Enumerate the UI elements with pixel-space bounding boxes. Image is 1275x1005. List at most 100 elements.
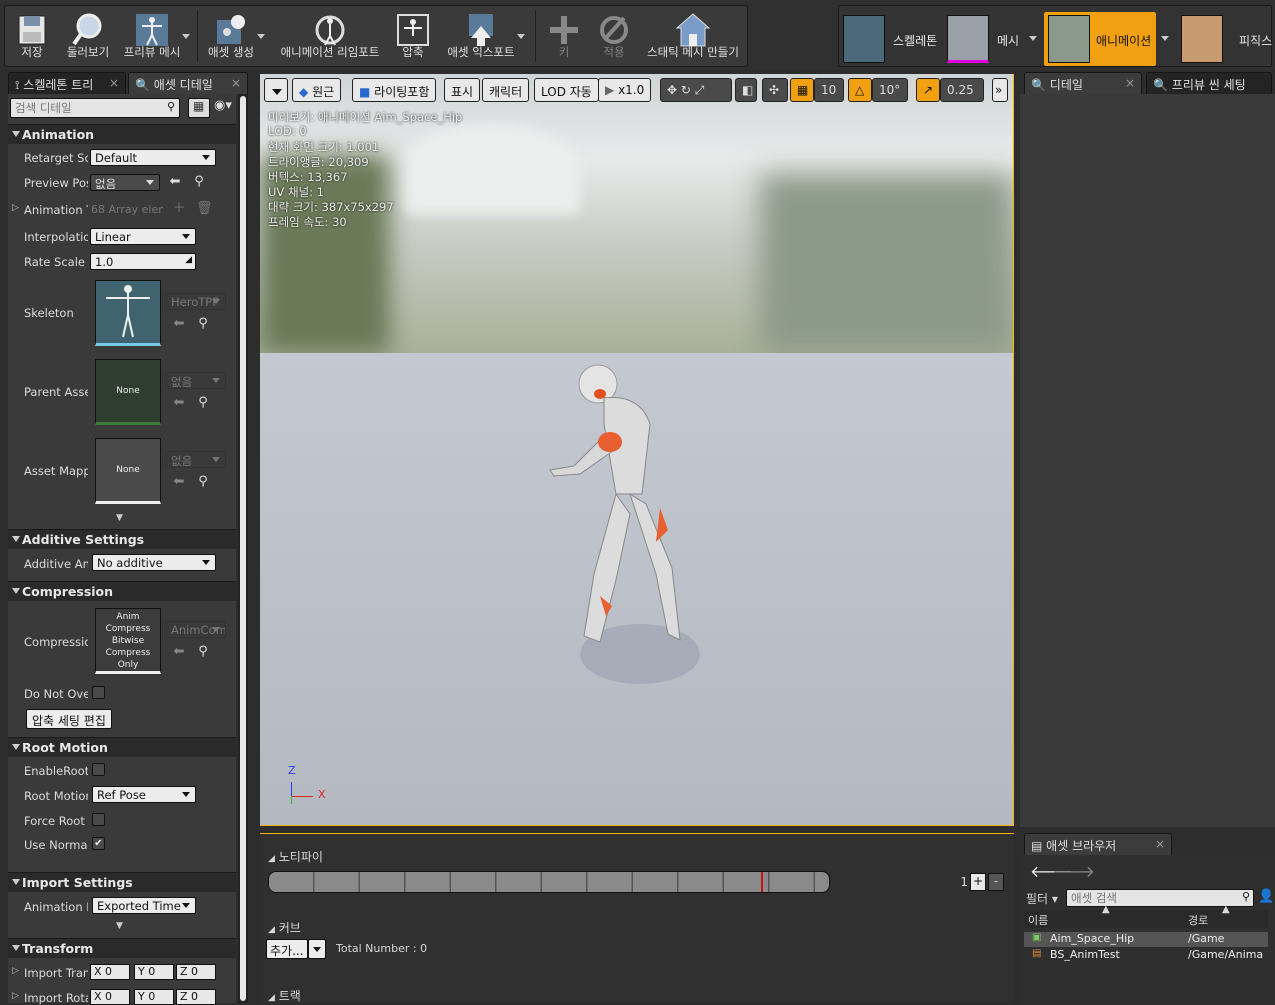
transform-mode-group[interactable]: ✥ ↻ ⤢ xyxy=(660,78,732,102)
reimport-button[interactable]: 애니메이션 리임포트 xyxy=(273,6,387,66)
zoom-in-button[interactable]: + xyxy=(970,873,986,891)
close-icon[interactable]: × xyxy=(1125,76,1135,90)
parent-asset-thumbnail[interactable]: None xyxy=(95,359,161,425)
browse-button[interactable]: 둘러보기 xyxy=(59,6,117,66)
skeleton-thumbnail[interactable] xyxy=(95,280,161,346)
browse-icon[interactable]: ⚲ xyxy=(196,645,210,659)
user-icon[interactable]: 👤 xyxy=(1258,889,1274,904)
translation-y-field[interactable]: Y 0 xyxy=(134,964,174,980)
arrow-left-icon[interactable]: ⬅ xyxy=(172,317,186,331)
tracks-header[interactable]: ◢ 트랙 xyxy=(268,987,301,1004)
lod-button[interactable]: LOD 자동 xyxy=(534,78,599,102)
trash-icon[interactable]: 🗑 xyxy=(196,202,213,216)
scale-icon[interactable]: ⤢ xyxy=(695,83,705,97)
anim-length-combo[interactable]: Exported Time xyxy=(92,897,196,914)
animation-mode-button[interactable]: 애니메이션 xyxy=(1044,12,1156,66)
scale-snap-toggle[interactable]: ↗ xyxy=(916,78,940,102)
chevron-down-icon[interactable] xyxy=(517,34,525,39)
tab-asset-browser[interactable]: ▤ 애셋 브라우저 × xyxy=(1024,833,1172,855)
asset-mapping-combo[interactable]: 없음 xyxy=(166,451,226,468)
filter-button[interactable]: 필터 ▾ xyxy=(1026,890,1058,907)
key-button[interactable]: 키 xyxy=(541,6,587,66)
asset-row[interactable]: ▤ BS_AnimTest /Game/Anima xyxy=(1024,948,1268,963)
rate-scale-input[interactable]: 1.0 ◢ xyxy=(90,253,196,270)
browse-icon[interactable]: ⚲ xyxy=(196,475,210,489)
section-root-motion[interactable]: Root Motion xyxy=(8,737,236,757)
world-local-button[interactable]: ◧ xyxy=(735,78,757,102)
chevron-down-icon[interactable] xyxy=(1029,36,1037,41)
browse-icon[interactable]: ⚲ xyxy=(196,396,210,410)
scrub-position-marker[interactable] xyxy=(761,872,763,892)
skeleton-combo[interactable]: HeroTPP xyxy=(166,293,226,310)
col-path-header[interactable]: 경로 xyxy=(1188,912,1208,928)
move-icon[interactable]: ✥ xyxy=(667,83,677,97)
enable-root-motion-checkbox[interactable] xyxy=(92,763,105,776)
frame-field[interactable]: 1 xyxy=(830,871,968,893)
tab-skeleton-tree[interactable]: ⟟ 스켈레톤 트리 × xyxy=(8,72,126,94)
viewport-options-button[interactable] xyxy=(264,78,288,102)
apply-button[interactable]: 적용 xyxy=(591,6,637,66)
browse-icon[interactable]: ⚲ xyxy=(192,175,206,189)
preview-mesh-button[interactable]: 프리뷰 메시 xyxy=(119,6,185,66)
search-input[interactable] xyxy=(11,99,161,117)
section-transform[interactable]: Transform xyxy=(8,938,236,958)
compression-thumbnail[interactable]: Anim Compress Bitwise Compress Only xyxy=(95,608,161,674)
rotation-snap-value[interactable]: 10° xyxy=(872,78,908,102)
section-additive[interactable]: Additive Settings xyxy=(8,529,236,549)
perspective-button[interactable]: ◆ 원근 xyxy=(292,78,342,102)
surface-snap-button[interactable]: ✣ xyxy=(762,78,788,102)
expand-icon[interactable]: ▷ xyxy=(12,203,19,213)
show-button[interactable]: 표시 xyxy=(444,78,481,102)
playback-speed-button[interactable]: ▶ x1.0 xyxy=(598,78,652,102)
preview-pose-combo[interactable]: 없음 xyxy=(90,174,160,191)
expand-icon[interactable]: ▷ xyxy=(12,966,19,976)
physics-mode-button[interactable]: 피직스 xyxy=(1177,12,1273,66)
tab-preview-scene[interactable]: 🔍 프리뷰 씬 세팅 xyxy=(1146,72,1272,94)
property-matrix-button[interactable]: ▦ xyxy=(188,98,210,118)
add-element-icon[interactable]: ＋ xyxy=(172,202,186,216)
asset-row[interactable]: ▣ Aim_Space_Hip /Game xyxy=(1024,932,1268,947)
interpolation-combo[interactable]: Linear xyxy=(90,228,196,245)
section-compression[interactable]: Compression xyxy=(8,581,236,601)
scrollbar-track[interactable] xyxy=(238,94,248,1003)
lighting-button[interactable]: ■ 라이팅포함 xyxy=(352,78,437,102)
grid-size-button[interactable]: 10 xyxy=(814,78,844,102)
search-box[interactable]: ⚲ xyxy=(10,98,180,118)
viewport[interactable]: Z X ◆ 원근 ■ 라이팅포함 표시 캐릭터 LOD 자동 ▶ x1.0 ✥ … xyxy=(260,74,1014,826)
skeleton-mode-button[interactable]: 스켈레톤 xyxy=(839,12,943,66)
root-motion-mode-combo[interactable]: Ref Pose xyxy=(92,786,196,803)
zoom-out-button[interactable]: - xyxy=(988,873,1004,891)
asset-mapping-thumbnail[interactable]: None xyxy=(95,438,161,504)
arrow-left-icon[interactable]: ⬅ xyxy=(172,475,186,489)
compression-combo[interactable]: AnimCom xyxy=(166,621,226,638)
rotate-icon[interactable]: ↻ xyxy=(681,83,691,97)
add-curve-button[interactable]: 추가... xyxy=(266,939,308,959)
parent-asset-combo[interactable]: 없음 xyxy=(166,372,226,389)
character-button[interactable]: 캐릭터 xyxy=(482,78,530,102)
expand-icon[interactable]: ▷ xyxy=(12,991,19,1001)
expand-advanced-icon[interactable]: ▼ xyxy=(116,921,123,931)
rotation-snap-toggle[interactable]: △ xyxy=(848,78,872,102)
notify-track-bar[interactable] xyxy=(268,871,830,893)
make-static-mesh-button[interactable]: 스태틱 메시 만들기 xyxy=(641,6,745,66)
export-asset-button[interactable]: 애셋 익스포트 xyxy=(441,6,521,66)
section-animation[interactable]: Animation xyxy=(8,124,236,144)
col-name-header[interactable]: 이름 xyxy=(1028,912,1048,928)
scale-snap-value[interactable]: 0.25 xyxy=(940,78,984,102)
mesh-mode-button[interactable]: 메시 xyxy=(943,12,1039,66)
use-normalized-checkbox[interactable]: ✔ xyxy=(92,837,105,850)
section-import-settings[interactable]: Import Settings xyxy=(8,872,236,892)
add-curve-dropdown[interactable] xyxy=(308,939,326,959)
translation-x-field[interactable]: X 0 xyxy=(90,964,130,980)
chevron-down-icon[interactable] xyxy=(182,34,190,39)
notifies-header[interactable]: ◢ 노티파이 xyxy=(268,848,323,865)
chevron-down-icon[interactable] xyxy=(257,34,265,39)
save-button[interactable]: 저장 xyxy=(7,6,57,66)
close-icon[interactable]: × xyxy=(231,76,241,90)
expand-advanced-icon[interactable]: ▼ xyxy=(116,513,123,523)
additive-type-combo[interactable]: No additive xyxy=(92,554,216,571)
more-options-button[interactable]: » xyxy=(992,78,1008,102)
arrow-left-icon[interactable]: ⬅ xyxy=(172,645,186,659)
translation-z-field[interactable]: Z 0 xyxy=(176,964,216,980)
compress-button[interactable]: 압축 xyxy=(389,6,437,66)
